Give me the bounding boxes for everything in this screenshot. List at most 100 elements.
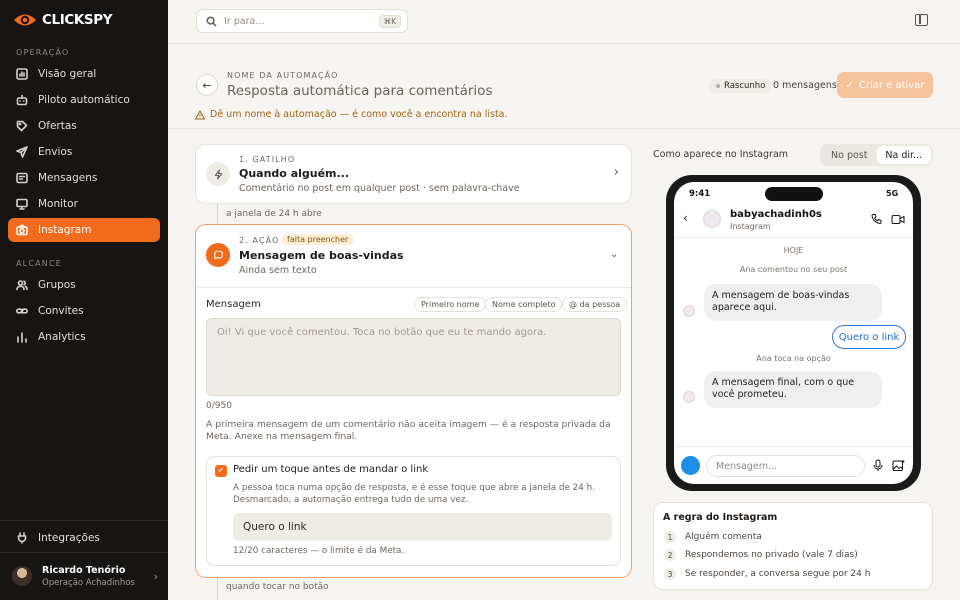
sidebar-item-envios[interactable]: Envios	[8, 140, 160, 164]
char-counter: 0/950	[206, 401, 232, 411]
image-icon[interactable]	[892, 459, 905, 472]
send-icon	[16, 146, 28, 158]
automation-name-label: NOME DA AUTOMAÇÃO	[227, 71, 339, 80]
brand-logo[interactable]: CLICKSPY	[12, 11, 113, 29]
sidebar-item-piloto-automatico[interactable]: Piloto automático	[8, 88, 160, 112]
user-menu[interactable]: Ricardo Tenório Operação Achadinhos ›	[12, 563, 158, 589]
bar-chart-icon	[17, 332, 27, 343]
chip-first-name[interactable]: Primeiro nome	[414, 297, 487, 312]
card-divider	[196, 287, 631, 288]
sidebar-item-label: Instagram	[38, 224, 92, 236]
video-call-icon[interactable]	[891, 214, 905, 225]
sidebar-item-ofertas[interactable]: Ofertas	[8, 114, 160, 138]
sidebar-item-label: Piloto automático	[38, 94, 130, 106]
trigger-subtitle: Comentário no post em qualquer post · se…	[239, 183, 520, 194]
brand-name: CLICKSPY	[42, 12, 113, 28]
ig-account-name: babyachadinh0s	[730, 209, 822, 220]
robot-icon	[16, 94, 28, 106]
chat-event-comment: Ana comentou no seu post	[739, 265, 848, 274]
message-textarea[interactable]: Oi! Vi que você comentou. Toca no botão …	[206, 318, 621, 396]
rules-title: A regra do Instagram	[663, 512, 778, 523]
tab-na-direct[interactable]: Na dir...	[876, 146, 931, 164]
connector-text: quando tocar no botão	[226, 582, 329, 592]
camera-icon[interactable]	[681, 456, 700, 475]
ig-message-input[interactable]: Mensagem...	[706, 455, 865, 477]
warning-icon	[195, 109, 205, 119]
quick-reply-button[interactable]: Quero o link	[832, 325, 906, 349]
arrow-left-icon: ←	[202, 78, 212, 92]
ig-input-divider	[674, 446, 913, 447]
phone-call-icon[interactable]	[871, 213, 883, 225]
sidebar-item-instagram[interactable]: Instagram	[8, 218, 160, 242]
sidebar-item-analytics[interactable]: Analytics	[8, 325, 160, 349]
section-label-alcance: ALCANCE	[16, 259, 63, 268]
sidebar-item-monitor[interactable]: Monitor	[8, 192, 160, 216]
connector-text: a janela de 24 h abre	[226, 209, 322, 219]
button-char-counter: 12/20 caracteres — o limite é da Meta.	[233, 546, 405, 556]
chip-handle[interactable]: @ da pessoa	[562, 297, 628, 312]
create-and-activate-button[interactable]: ✓ Criar e ativar	[837, 72, 933, 98]
bolt-icon	[206, 162, 230, 186]
automation-name-input[interactable]: Resposta automática para comentários	[227, 83, 492, 99]
tap-note: A pessoa toca numa opção de resposta, e …	[233, 483, 596, 505]
button-text-input[interactable]: Quero o link	[233, 513, 612, 541]
rule-item: 2 Respondemos no privado (vale 7 dias)	[664, 549, 858, 561]
back-button[interactable]: ←	[196, 74, 218, 96]
top-bar: Ir para... ⌘K	[168, 0, 960, 44]
sidebar-item-label: Convites	[38, 305, 84, 317]
sidebar-item-visao-geral[interactable]: Visão geral	[8, 62, 160, 86]
users-icon	[16, 280, 28, 291]
ig-header-divider	[674, 237, 913, 238]
sidebar-item-grupos[interactable]: Grupos	[8, 273, 160, 297]
header-divider	[168, 128, 960, 129]
chevron-down-icon[interactable]: ⌄	[610, 249, 618, 260]
panel-toggle-icon[interactable]	[915, 14, 928, 26]
trigger-card[interactable]: 1. GATILHO Quando alguém... Comentário n…	[195, 144, 632, 204]
warning-text: Dê um nome à automação — é como você a e…	[210, 109, 508, 120]
sidebar-item-integracoes[interactable]: Integrações	[8, 526, 160, 550]
sidebar-item-convites[interactable]: Convites	[8, 299, 160, 323]
rule-number: 2	[664, 549, 676, 561]
microphone-icon[interactable]	[873, 459, 883, 472]
shortcut-badge: ⌘K	[378, 14, 401, 28]
ig-platform: Instagram	[730, 222, 771, 231]
sidebar-item-label: Grupos	[38, 279, 76, 291]
sidebar: CLICKSPY OPERAÇÃO Visão geral Piloto aut…	[0, 0, 168, 600]
tab-no-post[interactable]: No post	[822, 146, 877, 164]
rule-text: Alguém comenta	[685, 532, 762, 542]
rule-number: 1	[664, 531, 676, 543]
rule-item: 3 Se responder, a conversa segue por 24 …	[664, 568, 870, 580]
phone-notch	[765, 187, 823, 201]
sidebar-item-label: Monitor	[38, 198, 78, 210]
trigger-step-label: 1. GATILHO	[239, 155, 296, 164]
sidebar-item-label: Integrações	[38, 532, 100, 544]
name-warning: Dê um nome à automação — é como você a e…	[195, 109, 508, 120]
phone-network: 5G	[886, 189, 899, 198]
message-count: 0 mensagens	[773, 80, 837, 91]
trigger-title: Quando alguém...	[239, 167, 350, 180]
preview-tabs: No post Na dir...	[820, 144, 933, 166]
rule-item: 1 Alguém comenta	[664, 531, 762, 543]
search-input[interactable]: Ir para... ⌘K	[196, 9, 408, 33]
chat-bubble-final: A mensagem final, com o que você promete…	[704, 371, 882, 408]
chip-full-name[interactable]: Nome completo	[485, 297, 563, 312]
sidebar-item-label: Visão geral	[38, 68, 97, 80]
ig-avatar	[703, 210, 721, 228]
preview-label: Como aparece no Instagram	[653, 149, 789, 160]
sidebar-item-label: Analytics	[38, 331, 86, 343]
search-icon	[206, 15, 217, 27]
flow-connector	[217, 578, 218, 600]
chat-bubble-welcome: A mensagem de boas-vindas aparece aqui.	[704, 284, 882, 321]
chat-date: HOJE	[783, 246, 804, 255]
status-badge: Rascunho	[709, 79, 773, 93]
chevron-right-icon: ›	[153, 569, 158, 583]
tap-checkbox[interactable]: ✓	[215, 465, 227, 477]
chevron-right-icon: ›	[613, 165, 619, 180]
chevron-left-icon[interactable]: ‹	[683, 211, 688, 225]
sidebar-divider	[0, 552, 168, 553]
rule-text: Se responder, a conversa segue por 24 h	[685, 569, 871, 579]
sidebar-item-label: Envios	[38, 146, 73, 158]
rule-text: Respondemos no privado (vale 7 dias)	[685, 550, 858, 560]
sidebar-item-mensagens[interactable]: Mensagens	[8, 166, 160, 190]
check-icon: ✓	[217, 466, 225, 476]
